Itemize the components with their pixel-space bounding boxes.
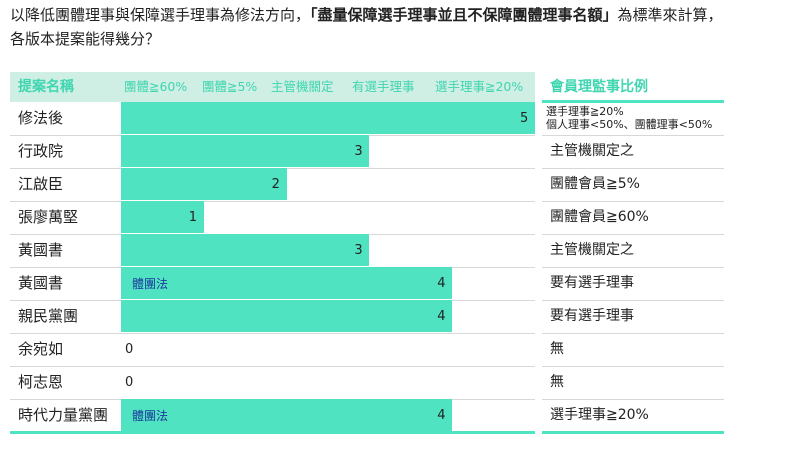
ratio-text: 個人理事<50%、團體理事<50% (546, 118, 713, 131)
row-name: 黃國書 (18, 241, 64, 259)
row-divider (542, 168, 724, 169)
ratio-text: 要有選手理事 (550, 275, 634, 291)
bar-value-label: 0 (125, 342, 134, 357)
header-level-4: 選手理事≧20% (435, 79, 524, 94)
row-name: 親民黨團 (18, 307, 79, 325)
row-name: 張廖萬堅 (18, 208, 79, 226)
bar-value-label: 4 (437, 408, 446, 423)
row-divider (542, 201, 724, 202)
ratio-text: 無 (550, 341, 564, 357)
ratio-text: 主管機關定之 (550, 143, 634, 159)
row-name: 修法後 (18, 109, 64, 127)
row-divider (542, 135, 724, 136)
header-ratio: 會員理監事比例 (550, 79, 648, 95)
bar (121, 168, 287, 200)
row-name: 時代力量黨團 (18, 406, 109, 424)
bar (121, 267, 453, 299)
row-divider (542, 431, 724, 434)
header-proposal: 提案名稱 (18, 79, 74, 95)
header-level-2: 主管機關定 (271, 79, 334, 94)
bar-note: 體團法 (132, 277, 169, 291)
header-level-3: 有選手理事 (352, 79, 415, 94)
bar (121, 102, 535, 134)
ratio-text: 選手理事≧20% (550, 407, 649, 423)
bar (121, 300, 453, 332)
row-name: 柯志恩 (18, 373, 64, 391)
bar-value-label: 4 (437, 309, 446, 324)
ratio-text: 要有選手理事 (550, 308, 634, 324)
row-divider (10, 366, 535, 367)
row-divider (542, 366, 724, 367)
row-name: 行政院 (18, 142, 64, 160)
header-level-1: 團體≧5% (202, 79, 258, 94)
row-divider (542, 234, 724, 235)
ratio-text: 無 (550, 374, 564, 390)
bar-value-label: 3 (354, 243, 363, 258)
title-emphasis: 「盡量保障選手理事並且不保障團體理事名額」 (310, 6, 618, 24)
ratio-header-underline (542, 100, 724, 103)
bar-value-label: 0 (125, 375, 134, 390)
row-divider (10, 333, 535, 334)
title-part1: 以降低團體理事與保障選手理事為修法方向， (10, 6, 311, 24)
ratio-text: 團體會員≧5% (550, 176, 640, 192)
bar (121, 135, 370, 167)
row-divider (542, 300, 724, 301)
title-line2: 各版本提案能得幾分？ (10, 30, 161, 48)
title-part2: 為標準來計算， (617, 6, 723, 24)
bar (121, 399, 453, 431)
row-name: 余宛如 (18, 340, 64, 358)
header-level-0: 團體≧60% (124, 79, 188, 94)
ratio-text: 選手理事≧20% (546, 105, 624, 118)
row-divider (542, 267, 724, 268)
bar-value-label: 3 (354, 144, 363, 159)
bar-note: 體團法 (132, 409, 169, 423)
row-divider (542, 399, 724, 400)
row-divider (10, 431, 535, 434)
chart-title: 以降低團體理事與保障選手理事為修法方向，「盡量保障選手理事並且不保障團體理事名額… (10, 3, 790, 51)
bar (121, 234, 370, 266)
bar-value-label: 1 (188, 210, 198, 225)
bar-value-label: 4 (437, 276, 446, 291)
ratio-text: 主管機關定之 (550, 242, 634, 258)
row-name: 江啟臣 (18, 175, 64, 193)
bar-value-label: 2 (271, 177, 280, 192)
row-name: 黃國書 (18, 274, 64, 292)
bar-value-label: 5 (520, 111, 529, 126)
row-divider (542, 333, 724, 334)
ratio-text: 團體會員≧60% (550, 209, 649, 225)
row-divider (10, 201, 535, 202)
